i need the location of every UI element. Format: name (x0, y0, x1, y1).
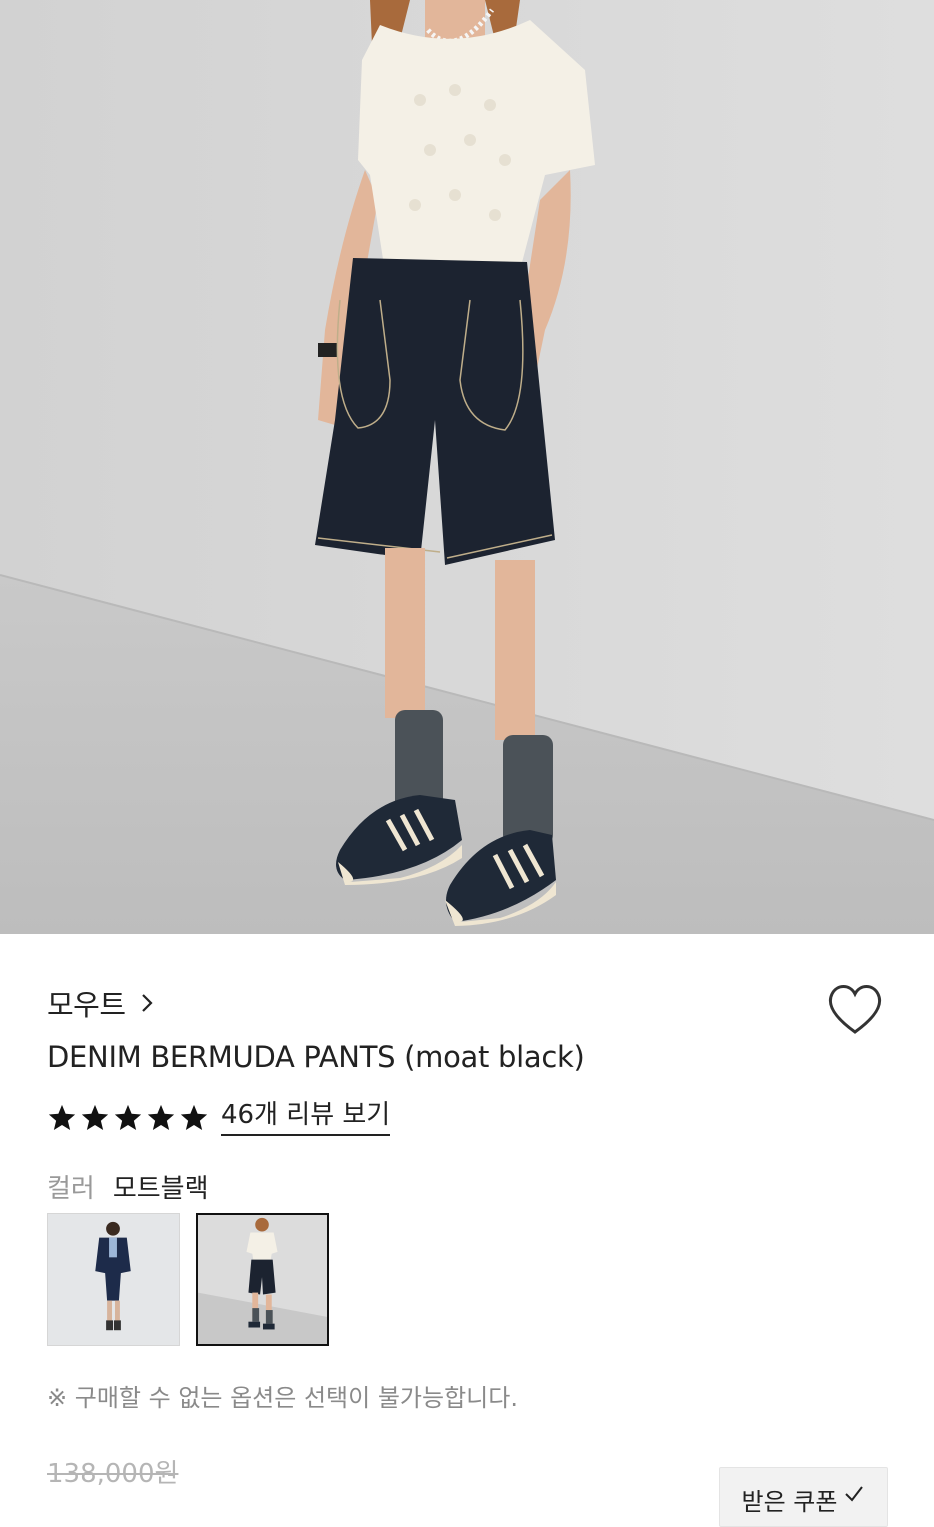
star-filled-icon (48, 1104, 76, 1130)
star-filled-icon (114, 1104, 142, 1130)
brand-name: 모우트 (47, 988, 126, 1022)
original-price: 138,000원 (47, 1459, 179, 1489)
product-photo-illustration (0, 0, 934, 934)
brand-link[interactable]: 모우트 (47, 982, 154, 1024)
color-label: 컬러 (47, 1174, 95, 1204)
star-filled-icon (81, 1104, 109, 1130)
color-option-navy[interactable] (47, 1213, 180, 1346)
option-notice: ※ 구매할 수 없는 옵션은 선택이 불가능합니다. (47, 1384, 518, 1412)
product-main-image[interactable] (0, 0, 934, 934)
color-row: 컬러 모트블랙 (47, 1168, 209, 1205)
swatch-thumbnail-image (198, 1215, 327, 1344)
review-link[interactable]: 46개 리뷰 보기 (221, 1100, 391, 1136)
coupon-button[interactable]: 받은 쿠폰 (719, 1467, 888, 1527)
rating-row: 46개 리뷰 보기 (47, 1100, 391, 1136)
product-title: DENIM BERMUDA PANTS (moat black) (47, 1040, 585, 1074)
star-filled-icon (180, 1104, 208, 1130)
swatch-thumbnail-image (48, 1214, 179, 1345)
star-filled-icon (147, 1104, 175, 1130)
color-value: 모트블랙 (112, 1174, 209, 1204)
rating-stars (47, 1103, 209, 1133)
color-option-moat-black[interactable] (196, 1213, 329, 1346)
check-icon (845, 1486, 864, 1502)
chevron-right-icon (141, 994, 153, 1012)
heart-outline-icon[interactable] (826, 982, 884, 1036)
